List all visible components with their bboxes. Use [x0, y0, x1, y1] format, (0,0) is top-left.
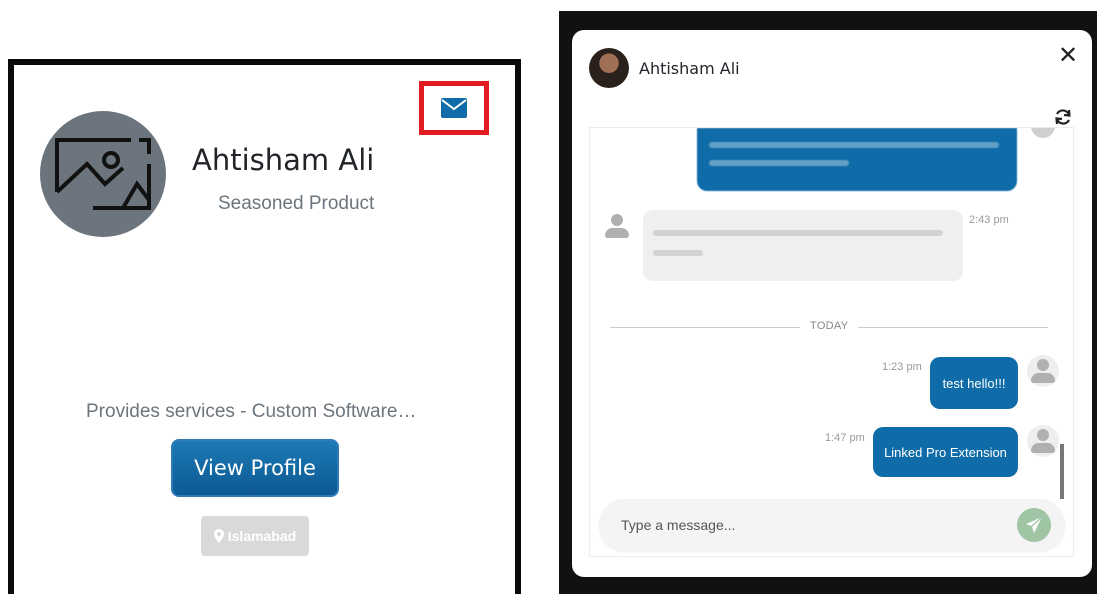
chat-window: Ahtisham Ali ✕ 2:43 pm TODAY 1:23 pm tes… [572, 30, 1092, 577]
profile-card: Ahtisham Ali Seasoned Product Provides s… [8, 59, 521, 594]
date-divider: TODAY [610, 318, 1048, 338]
scrollbar[interactable] [1060, 444, 1064, 499]
user-avatar-incoming [604, 214, 630, 244]
paper-plane-icon [1026, 516, 1043, 533]
incoming-timestamp: 2:43 pm [969, 214, 1009, 226]
view-profile-button[interactable]: View Profile [171, 439, 339, 497]
message-timestamp: 1:23 pm [882, 361, 922, 373]
outgoing-message: Linked Pro Extension [873, 427, 1018, 477]
profile-title: Seasoned Product [218, 193, 375, 214]
blurred-incoming-message [643, 210, 963, 281]
outgoing-message: test hello!!! [930, 357, 1018, 409]
chat-message-list[interactable]: 2:43 pm TODAY 1:23 pm test hello!!! 1:47… [589, 127, 1074, 557]
message-button[interactable] [419, 81, 489, 135]
send-button[interactable] [1017, 508, 1051, 542]
location-label: Islamabad [227, 528, 297, 544]
profile-name: Ahtisham Ali [192, 143, 375, 177]
refresh-icon[interactable] [1053, 107, 1073, 127]
user-avatar-outgoing [1027, 355, 1059, 387]
blurred-outgoing-message [697, 128, 1017, 191]
message-input-bar [599, 499, 1065, 551]
close-icon[interactable]: ✕ [1058, 44, 1078, 68]
location-badge: Islamabad [201, 516, 309, 556]
message-input[interactable] [619, 513, 1003, 537]
chat-header-avatar [589, 48, 629, 88]
chat-header-name: Ahtisham Ali [639, 59, 740, 78]
avatar [40, 111, 166, 237]
envelope-icon [441, 98, 467, 118]
message-timestamp: 1:47 pm [825, 432, 865, 444]
user-avatar-outgoing-top [1031, 128, 1055, 138]
profile-description: Provides services - Custom Software… [86, 401, 417, 422]
date-divider-label: TODAY [810, 320, 849, 332]
map-pin-icon [213, 529, 224, 543]
image-placeholder-icon [55, 138, 151, 210]
user-avatar-outgoing [1027, 425, 1059, 457]
